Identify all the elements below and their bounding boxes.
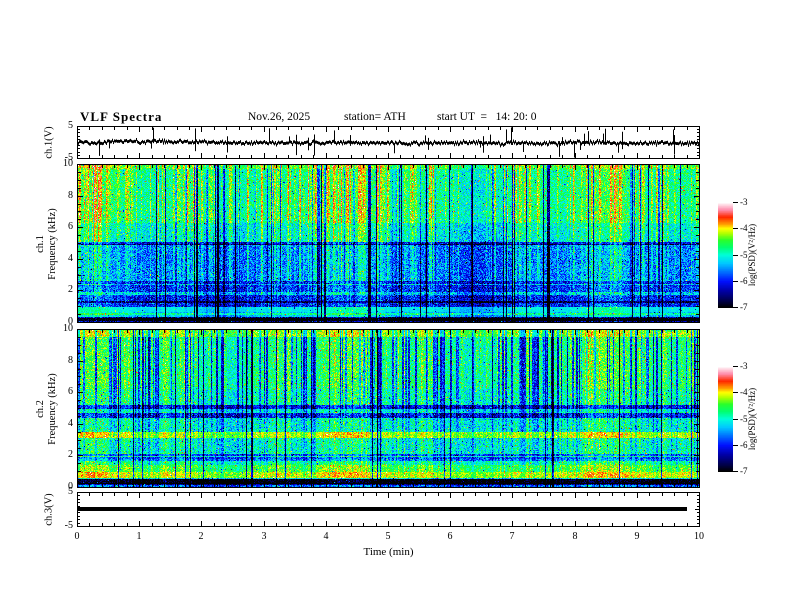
start-ut-label: start UT = 14: 20: 0 [437, 111, 537, 123]
ch2-frequency-axis-label-line1: ch.2 [35, 400, 46, 418]
x-tick-label: 4 [323, 531, 329, 542]
y-tick-label-panel4: -5 [64, 520, 73, 531]
ch3-waveform-panel [77, 492, 700, 527]
colorbar-tick-label: -7 [740, 466, 748, 476]
ch2-frequency-axis-label-line2: Frequency (kHz) [47, 373, 58, 445]
y-tick-label-panel1: 5 [68, 120, 73, 131]
x-tick-label: 2 [198, 531, 204, 542]
colorbar-tick [733, 307, 738, 308]
colorbar-tick [733, 202, 738, 203]
colorbar-ch2 [718, 366, 733, 472]
colorbar-tick [733, 228, 738, 229]
time-axis-label: Time (min) [363, 546, 414, 558]
x-tick-label: 1 [136, 531, 142, 542]
x-tick-label: 0 [74, 531, 80, 542]
y-tick-label-panel3: 4 [68, 418, 73, 429]
colorbar-tick-label: -5 [740, 414, 748, 424]
ch1-frequency-axis-label-line2: Frequency (kHz) [47, 208, 58, 280]
colorbar-tick-label: -7 [740, 302, 748, 312]
station-label: station= ATH [344, 111, 406, 123]
y-tick-label-panel3: 2 [68, 449, 73, 460]
y-tick-label-panel3: 8 [68, 355, 73, 366]
ch1-frequency-axis-label-line1: ch.1 [35, 235, 46, 253]
x-tick-label: 6 [447, 531, 453, 542]
ch1-waveform-panel [77, 126, 700, 159]
y-tick-label-panel2: 4 [68, 253, 73, 264]
colorbar-tick-label: -4 [740, 387, 748, 397]
colorbar-tick-label: -3 [740, 197, 748, 207]
vlf-spectra-figure: VLF Spectra Nov.26, 2025 station= ATH st… [0, 0, 792, 612]
colorbar-tick [733, 471, 738, 472]
x-tick-label: 3 [261, 531, 267, 542]
x-tick-label: 8 [572, 531, 578, 542]
colorbar-ch1 [718, 202, 733, 308]
colorbar-tick [733, 255, 738, 256]
colorbar-ch2-label: log(PSD)(V²/Hz) [747, 387, 757, 451]
colorbar-tick [733, 419, 738, 420]
x-tick-label: 9 [634, 531, 640, 542]
colorbar-tick-label: -5 [740, 250, 748, 260]
colorbar-tick-label: -4 [740, 223, 748, 233]
x-tick-label: 7 [509, 531, 515, 542]
x-tick-label: 10 [694, 531, 704, 542]
colorbar-tick [733, 392, 738, 393]
ch3-voltage-axis-label: ch.3(V) [43, 493, 54, 526]
colorbar-tick [733, 366, 738, 367]
colorbar-tick-label: -3 [740, 361, 748, 371]
y-tick-label-panel3: 6 [68, 386, 73, 397]
ch2-spectrogram-panel [77, 329, 700, 488]
ch1-frequency-axis-label: ch.1 Frequency (kHz) [34, 164, 60, 324]
plot-date: Nov.26, 2025 [248, 111, 311, 123]
ch1-spectrogram-panel [77, 164, 700, 323]
colorbar-tick [733, 445, 738, 446]
y-tick-label-panel2: 10 [63, 158, 73, 169]
y-tick-label-panel2: 8 [68, 190, 73, 201]
plot-title: VLF Spectra [80, 109, 163, 124]
y-tick-label-panel2: 2 [68, 284, 73, 295]
y-tick-label-panel3: 10 [63, 323, 73, 334]
colorbar-tick-label: -6 [740, 276, 748, 286]
y-tick-label-panel2: 6 [68, 221, 73, 232]
y-tick-label-panel4: 5 [68, 486, 73, 497]
colorbar-ch1-label: log(PSD)(V²/Hz) [747, 223, 757, 287]
colorbar-tick-label: -6 [740, 440, 748, 450]
colorbar-tick [733, 281, 738, 282]
x-tick-label: 5 [385, 531, 391, 542]
